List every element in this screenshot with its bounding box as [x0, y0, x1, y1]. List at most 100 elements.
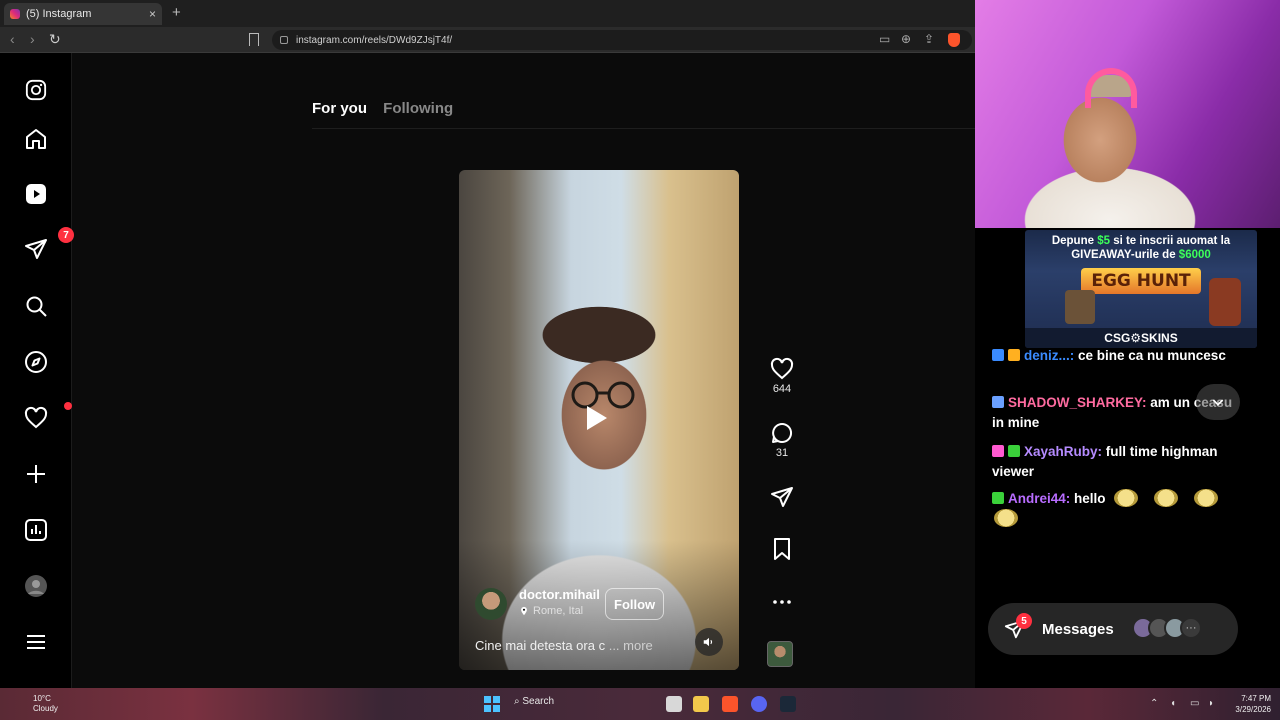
- create-plus-icon[interactable]: [20, 458, 52, 490]
- chat-emote: [994, 509, 1018, 527]
- comment-count: 31: [775, 447, 789, 459]
- url-text: instagram.com/reels/DWd9ZJsjT4f/: [296, 34, 453, 46]
- more-options-action[interactable]: [762, 590, 802, 614]
- location-pin-icon: [521, 606, 527, 616]
- reels-icon[interactable]: [20, 178, 52, 210]
- feed-tabs: For you Following: [312, 100, 465, 117]
- reel-location[interactable]: Rome, Ital: [519, 605, 595, 617]
- ad-line-1-post: si te inscrii auomat la: [1110, 235, 1231, 247]
- discord-icon[interactable]: [751, 696, 767, 712]
- heart-icon[interactable]: [769, 357, 795, 381]
- messages-badge: 5: [1016, 613, 1032, 629]
- messages-button[interactable]: 5 Messages ···: [988, 603, 1238, 655]
- bookmark-icon[interactable]: [249, 33, 259, 46]
- divider: [312, 128, 975, 129]
- explore-icon[interactable]: [20, 346, 52, 378]
- brave-shields-icon[interactable]: [948, 33, 960, 47]
- clock-date: 3/29/2026: [1235, 705, 1271, 714]
- tab-title: (5) Instagram: [26, 8, 92, 20]
- site-settings-icon[interactable]: [280, 36, 288, 44]
- ad-line-1: Depune $5 si te inscrii auomat la: [1025, 234, 1257, 248]
- windows-taskbar: 10°C Cloudy ⌕ Search ⌃ ◖ ▭ ◗ 7:47 PM 3/2…: [0, 688, 1280, 720]
- more-menu-icon[interactable]: [20, 626, 52, 658]
- chat-badge-icon: [1008, 445, 1020, 457]
- play-icon[interactable]: [587, 406, 607, 430]
- taskview-icon[interactable]: [666, 696, 682, 712]
- speaker-icon[interactable]: ◗: [1208, 698, 1214, 709]
- new-tab-button[interactable]: +: [172, 4, 181, 21]
- notifications-heart-icon[interactable]: [20, 402, 72, 434]
- notification-dot: [64, 402, 72, 410]
- like-action[interactable]: 644: [762, 357, 802, 395]
- brave-browser-icon[interactable]: [722, 696, 738, 712]
- insights-icon[interactable]: [20, 514, 52, 546]
- chevron-down-icon: [1212, 399, 1224, 406]
- author-username[interactable]: doctor.mihail: [519, 586, 600, 603]
- more-dots-icon[interactable]: [770, 590, 794, 614]
- chat-badge-icon: [992, 492, 1004, 504]
- search-icon[interactable]: [20, 290, 52, 322]
- volume-icon[interactable]: ◖: [1170, 698, 1176, 709]
- back-icon[interactable]: ‹: [10, 31, 15, 47]
- taskbar-clock[interactable]: 7:47 PM 3/29/2026: [1227, 693, 1271, 715]
- caption-more-link[interactable]: ... more: [609, 638, 653, 653]
- ad-line-2: GIVEAWAY-urile de $6000: [1025, 248, 1257, 262]
- ad-line-1-pre: Depune: [1051, 235, 1098, 247]
- weather-widget[interactable]: 10°C Cloudy: [33, 694, 58, 714]
- audio-thumbnail[interactable]: [767, 641, 793, 667]
- reel-author: doctor.mihail Rome, Ital: [475, 586, 600, 620]
- chat-username: XayahRuby:: [1024, 444, 1103, 459]
- file-explorer-icon[interactable]: [693, 696, 709, 712]
- zoom-icon[interactable]: ⊕: [901, 32, 911, 46]
- forward-icon[interactable]: ›: [30, 31, 35, 47]
- share-paper-plane-icon[interactable]: [770, 485, 794, 509]
- chat-text: ce bine ca nu muncesc: [1078, 348, 1226, 363]
- tab-for-you[interactable]: For you: [312, 100, 367, 117]
- reader-mode-icon[interactable]: ▭: [879, 32, 890, 46]
- profile-avatar[interactable]: [20, 570, 52, 602]
- comment-action[interactable]: 31: [762, 421, 802, 459]
- taskbar-search-label: Search: [522, 696, 555, 707]
- taskbar-search[interactable]: ⌕ Search: [514, 696, 554, 707]
- reel-video[interactable]: doctor.mihail Rome, Ital Follow Cine mai…: [459, 170, 739, 670]
- ad-character-left: [1065, 290, 1095, 324]
- steam-icon[interactable]: [780, 696, 796, 712]
- follow-button[interactable]: Follow: [605, 588, 665, 620]
- bookmark-save-icon[interactable]: [770, 537, 794, 561]
- author-avatar[interactable]: [475, 588, 507, 620]
- tab-close-icon[interactable]: ×: [149, 7, 156, 21]
- clock-time: 7:47 PM: [1241, 694, 1271, 703]
- share-icon[interactable]: ⇪: [924, 32, 934, 46]
- instagram-sidebar: 7: [0, 53, 74, 688]
- ad-character-right: [1209, 278, 1241, 326]
- network-icon[interactable]: ▭: [1190, 698, 1199, 709]
- ad-amount-2: $6000: [1178, 249, 1211, 261]
- chat-text: hello: [1074, 491, 1106, 506]
- save-action[interactable]: [762, 537, 802, 561]
- comment-icon[interactable]: [769, 421, 795, 445]
- chat-username: Andrei44:: [1008, 491, 1071, 506]
- address-bar[interactable]: instagram.com/reels/DWd9ZJsjT4f/: [272, 30, 972, 50]
- location-text: Rome, Ital: [533, 605, 584, 617]
- chat-username: SHADOW_SHARKEY:: [1008, 395, 1147, 410]
- tab-following[interactable]: Following: [383, 100, 453, 117]
- mute-button[interactable]: [695, 628, 723, 656]
- chat-message: XayahRuby: full time highman viewer: [992, 442, 1242, 482]
- chat-badge-icon: [992, 445, 1004, 457]
- caption-text: Cine mai detesta ora c: [475, 638, 606, 653]
- home-icon[interactable]: [20, 123, 52, 155]
- screen: (5) Instagram × + ‹ › ↻ instagram.com/re…: [0, 0, 1280, 720]
- scroll-down-button[interactable]: [1196, 384, 1240, 420]
- messages-label: Messages: [1042, 620, 1114, 638]
- instagram-logo-icon[interactable]: [20, 74, 52, 106]
- windows-start-icon[interactable]: [484, 696, 500, 712]
- tray-chevron-icon[interactable]: ⌃: [1150, 698, 1158, 709]
- weather-temp: 10°C: [33, 694, 51, 703]
- share-action[interactable]: [762, 485, 802, 509]
- reel-caption: Cine mai detesta ora c ... more: [475, 638, 653, 653]
- direct-messages-icon[interactable]: 7: [20, 227, 74, 265]
- reload-icon[interactable]: ↻: [49, 31, 61, 48]
- chat-emote: [1113, 489, 1138, 507]
- weather-condition: Cloudy: [33, 704, 58, 713]
- browser-tab[interactable]: (5) Instagram ×: [4, 3, 162, 25]
